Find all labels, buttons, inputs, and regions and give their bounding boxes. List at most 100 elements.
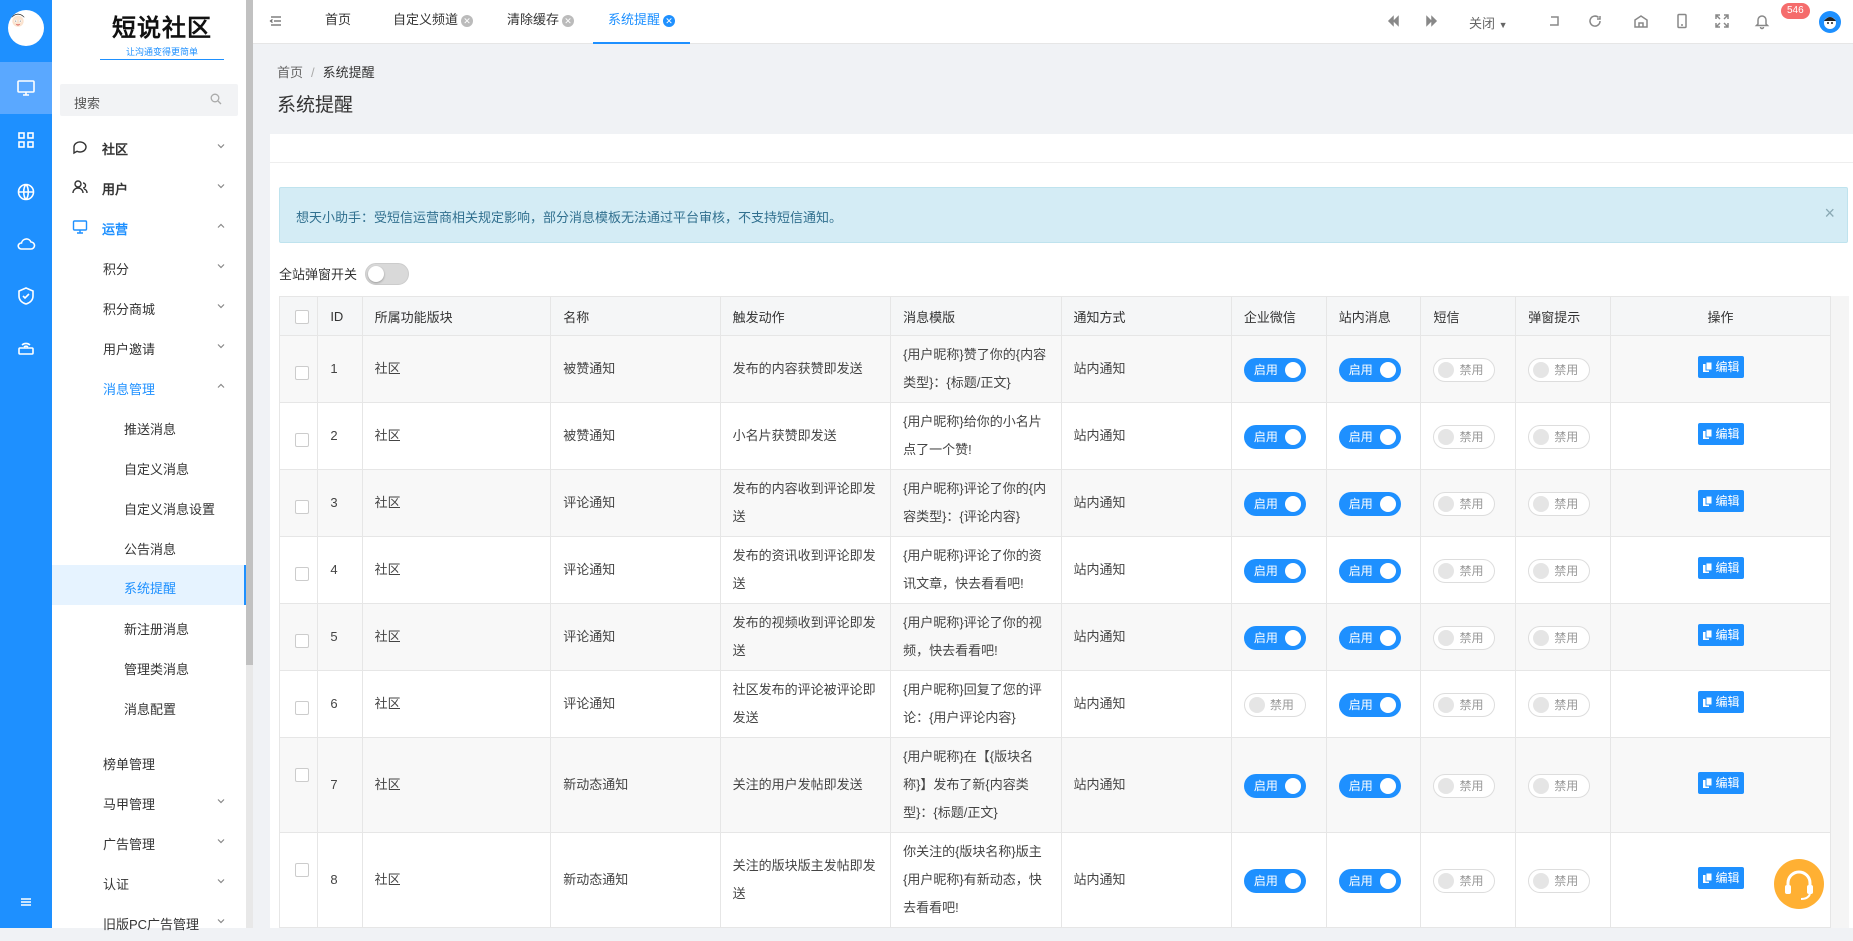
sms-toggle[interactable]: 禁用 [1433, 868, 1496, 893]
close-icon[interactable]: ✕ [562, 15, 575, 27]
table-scrollbar[interactable] [1831, 296, 1849, 928]
site-message-toggle[interactable]: 启用 [1338, 868, 1401, 893]
popup-toggle[interactable]: 禁用 [1528, 357, 1591, 382]
grid-icon[interactable] [0, 114, 52, 166]
sidebar-item-users[interactable]: 用户 [52, 168, 246, 206]
site-message-toggle[interactable]: 启用 [1338, 424, 1401, 449]
popup-toggle[interactable]: 禁用 [1528, 558, 1591, 583]
tab-clear-cache[interactable]: 清除缓存 ✕ [507, 0, 575, 44]
globe-icon[interactable] [0, 166, 52, 218]
enterprise-wechat-toggle[interactable]: 启用 [1243, 491, 1306, 516]
tab-home[interactable]: 首页 [325, 0, 351, 44]
sms-toggle[interactable]: 禁用 [1433, 424, 1496, 449]
sms-toggle[interactable]: 禁用 [1433, 773, 1496, 798]
row-checkbox[interactable] [278, 536, 319, 604]
popup-toggle[interactable]: 禁用 [1528, 625, 1591, 650]
enterprise-wechat-toggle[interactable]: 禁用 [1243, 692, 1306, 717]
sidebar-item-new-register-message[interactable]: 新注册消息 [52, 608, 246, 646]
site-message-toggle[interactable]: 启用 [1338, 625, 1401, 650]
popup-toggle[interactable]: 禁用 [1528, 868, 1591, 893]
refresh-icon[interactable] [1586, 12, 1604, 30]
sidebar-item-push-message[interactable]: 推送消息 [52, 408, 246, 446]
sidebar-item-user-invite[interactable]: 用户邀请 [52, 328, 246, 366]
sidebar-item-points[interactable]: 积分 [52, 248, 246, 286]
enterprise-wechat-toggle[interactable]: 启用 [1243, 424, 1306, 449]
mobile-icon[interactable] [1673, 12, 1691, 30]
close-icon[interactable]: ✕ [663, 15, 676, 27]
fold-menu-icon[interactable] [269, 14, 283, 28]
bell-icon[interactable] [1753, 12, 1771, 30]
edit-button[interactable]: 编辑 [1697, 691, 1744, 713]
sidebar-item-certification[interactable]: 认证 [52, 863, 246, 901]
sidebar-item-ads[interactable]: 广告管理 [52, 823, 246, 861]
scroll-tabs-right-icon[interactable] [1423, 12, 1441, 30]
row-checkbox[interactable] [278, 402, 319, 470]
home-store-icon[interactable] [1632, 12, 1650, 30]
edit-button[interactable]: 编辑 [1697, 356, 1744, 378]
enterprise-wechat-toggle[interactable]: 启用 [1243, 868, 1306, 893]
edit-button[interactable]: 编辑 [1697, 772, 1744, 794]
sidebar-item-vest[interactable]: 马甲管理 [52, 783, 246, 821]
row-checkbox[interactable] [278, 737, 319, 833]
cloud-icon[interactable] [0, 218, 52, 270]
edit-button[interactable]: 编辑 [1697, 557, 1744, 579]
edit-button[interactable]: 编辑 [1697, 867, 1744, 889]
sms-toggle[interactable]: 禁用 [1433, 625, 1496, 650]
site-message-toggle[interactable]: 启用 [1338, 491, 1401, 516]
scroll-tabs-left-icon[interactable] [1384, 12, 1402, 30]
sidebar-item-admin-message[interactable]: 管理类消息 [52, 648, 246, 686]
popup-toggle[interactable]: 禁用 [1528, 692, 1591, 717]
sidebar-item-ranking[interactable]: 榜单管理 [52, 743, 246, 781]
close-icon[interactable]: ✕ [461, 15, 474, 27]
site-message-toggle[interactable]: 启用 [1338, 558, 1401, 583]
sidebar-search-input[interactable]: 搜索 [60, 84, 238, 116]
sidebar-item-community[interactable]: 社区 [52, 128, 246, 166]
popup-toggle[interactable]: 禁用 [1528, 424, 1591, 449]
menu-lines-icon[interactable] [0, 876, 52, 928]
sidebar-item-operations[interactable]: 运营 [52, 208, 246, 246]
sidebar-item-announcement[interactable]: 公告消息 [52, 528, 246, 566]
avatar[interactable] [8, 10, 44, 46]
enterprise-wechat-toggle[interactable]: 启用 [1243, 357, 1306, 382]
site-message-toggle[interactable]: 启用 [1338, 357, 1401, 382]
edit-button[interactable]: 编辑 [1697, 423, 1744, 445]
monitor-icon[interactable] [0, 62, 52, 114]
enterprise-wechat-toggle[interactable]: 启用 [1243, 625, 1306, 650]
shield-icon[interactable] [0, 270, 52, 322]
tab-custom-channel[interactable]: 自定义频道 ✕ [393, 0, 474, 44]
row-checkbox[interactable] [278, 670, 319, 738]
user-avatar[interactable] [1819, 11, 1841, 33]
sidebar-item-custom-message-settings[interactable]: 自定义消息设置 [52, 488, 246, 526]
sms-toggle[interactable]: 禁用 [1433, 558, 1496, 583]
sidebar-scrollbar-thumb[interactable] [246, 0, 253, 665]
row-checkbox[interactable] [278, 603, 319, 671]
sms-toggle[interactable]: 禁用 [1433, 357, 1496, 382]
close-icon[interactable]: × [1824, 203, 1835, 224]
customer-service-button[interactable] [1774, 859, 1824, 909]
select-all-checkbox[interactable] [278, 296, 319, 336]
enterprise-wechat-toggle[interactable]: 启用 [1243, 558, 1306, 583]
sidebar-item-old-pc-ads[interactable]: 旧版PC广告管理 [52, 903, 246, 941]
return-icon[interactable] [1546, 12, 1564, 30]
sidebar-item-message-management[interactable]: 消息管理 [52, 368, 246, 406]
site-message-toggle[interactable]: 启用 [1338, 773, 1401, 798]
row-checkbox[interactable] [278, 469, 319, 537]
sidebar-item-message-config[interactable]: 消息配置 [52, 688, 246, 726]
tab-system-reminder[interactable]: 系统提醒 ✕ [593, 0, 691, 44]
edit-button[interactable]: 编辑 [1697, 624, 1744, 646]
close-tabs-dropdown[interactable]: 关闭 ▼ [1469, 13, 1508, 32]
sidebar-item-system-reminder[interactable]: 系统提醒 [52, 565, 246, 605]
fullscreen-icon[interactable] [1713, 12, 1731, 30]
row-checkbox[interactable] [278, 832, 319, 928]
router-icon[interactable] [0, 322, 52, 374]
global-popup-toggle[interactable] [365, 263, 409, 285]
row-checkbox[interactable] [278, 335, 319, 403]
popup-toggle[interactable]: 禁用 [1528, 491, 1591, 516]
breadcrumb-home[interactable]: 首页 [277, 65, 303, 80]
site-message-toggle[interactable]: 启用 [1338, 692, 1401, 717]
edit-button[interactable]: 编辑 [1697, 490, 1744, 512]
sms-toggle[interactable]: 禁用 [1433, 692, 1496, 717]
sidebar-item-points-mall[interactable]: 积分商城 [52, 288, 246, 326]
sidebar-item-custom-message[interactable]: 自定义消息 [52, 448, 246, 486]
sms-toggle[interactable]: 禁用 [1433, 491, 1496, 516]
